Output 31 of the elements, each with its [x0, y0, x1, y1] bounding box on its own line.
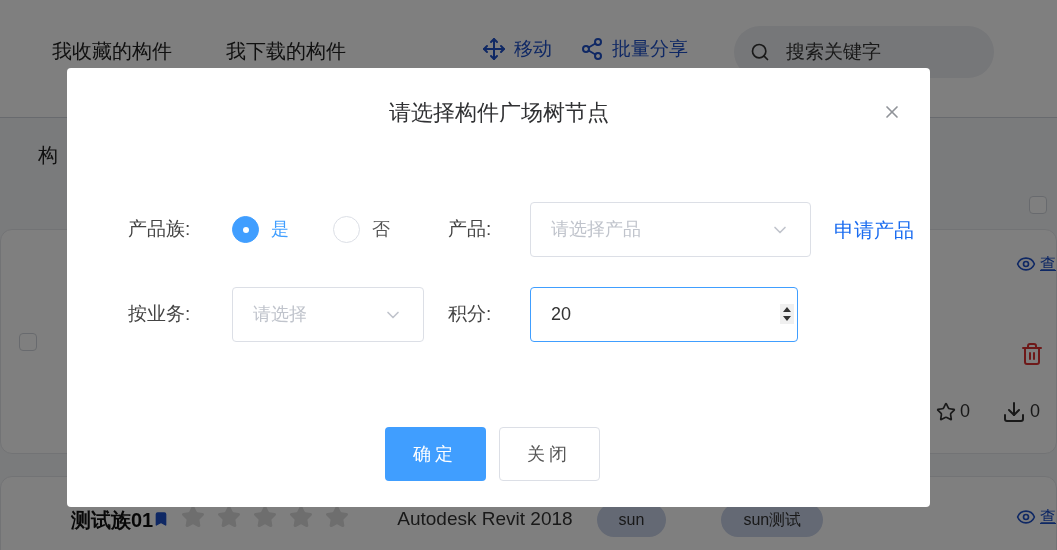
view-link[interactable]: 查: [1016, 252, 1056, 276]
share-link[interactable]: 批量分享: [580, 35, 688, 64]
spinner-icon[interactable]: [780, 304, 794, 324]
tab[interactable]: 我下载的构件: [226, 36, 346, 66]
field-label: 产品:: [448, 217, 493, 242]
delete-icon[interactable]: [1020, 342, 1044, 366]
tab[interactable]: 我收藏的构件: [52, 36, 172, 66]
eye-icon: [1016, 507, 1036, 527]
share-icon: [580, 37, 604, 62]
field-label: 产品族:: [128, 217, 192, 242]
like-count[interactable]: 0: [935, 398, 970, 425]
view-link[interactable]: 查: [1016, 505, 1056, 529]
download-count[interactable]: 0: [1002, 398, 1040, 425]
move-icon: [482, 37, 506, 62]
radio-option[interactable]: 否: [333, 216, 434, 243]
field-label: 积分:: [448, 302, 493, 327]
search-icon: [750, 42, 770, 62]
confirm-button[interactable]: 确定: [384, 427, 486, 481]
points-field[interactable]: 20: [530, 287, 798, 342]
eye-icon: [1016, 254, 1036, 274]
download-icon: [1002, 399, 1026, 424]
move-link[interactable]: 移动: [482, 35, 552, 64]
apply-product-link[interactable]: 申请产品: [834, 214, 914, 245]
radio-option[interactable]: 是: [232, 216, 333, 243]
star-icon: [935, 401, 956, 422]
field-label: 按业务:: [128, 302, 192, 327]
software-label: Autodesk Revit 2018: [397, 507, 573, 531]
section-title: 构: [38, 143, 58, 168]
close-button[interactable]: 关闭: [498, 427, 600, 481]
dialog-title: 请选择构件广场树节点: [388, 98, 609, 127]
card-title: 测试族01: [71, 508, 154, 533]
